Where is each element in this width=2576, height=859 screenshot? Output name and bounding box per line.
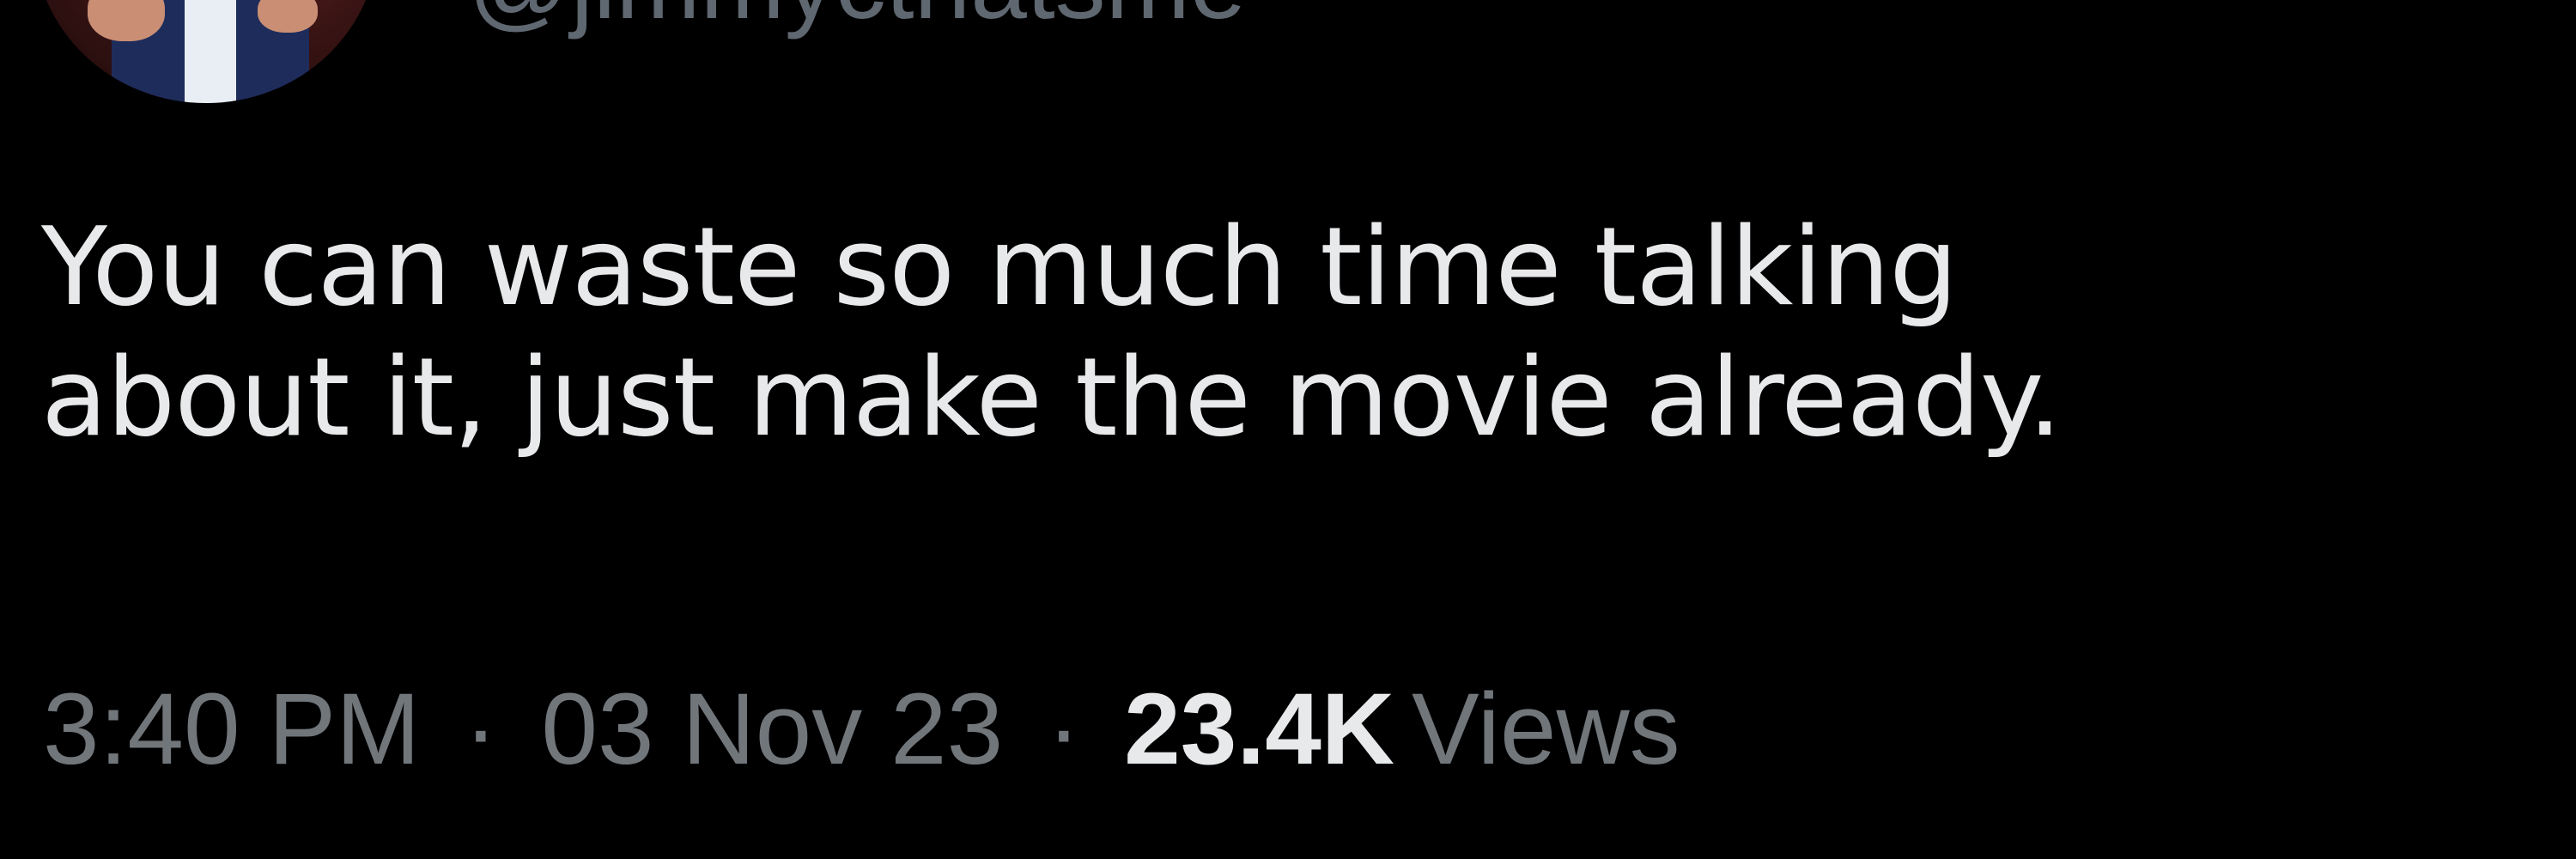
views-count: 23.4K	[1124, 673, 1395, 786]
tweet-text-line: about it, just make the movie already.	[41, 334, 2063, 460]
tweet-detail: @jimmycthatsme You can waste so much tim…	[0, 0, 2576, 859]
author-handle[interactable]: @jimmycthatsme	[468, 0, 1247, 34]
views-label: Views	[1412, 673, 1680, 786]
timestamp-link[interactable]: 3:40 PM · 03 Nov 23	[43, 673, 1031, 786]
author-avatar[interactable]	[34, 0, 378, 103]
tweet-time: 3:40 PM	[43, 673, 421, 786]
meta-separator: ·	[1047, 673, 1081, 786]
views-link[interactable]: 23.4K Views	[1124, 673, 1680, 786]
tweet-meta: 3:40 PM · 03 Nov 23 · 23.4K Views	[43, 679, 1680, 780]
avatar-shirt-shape	[185, 0, 236, 103]
tweet-text: You can waste so much time talking about…	[41, 202, 2549, 463]
meta-separator: ·	[464, 673, 498, 786]
tweet-date: 03 Nov 23	[541, 673, 1004, 786]
tweet-text-line: You can waste so much time talking	[41, 204, 1958, 330]
